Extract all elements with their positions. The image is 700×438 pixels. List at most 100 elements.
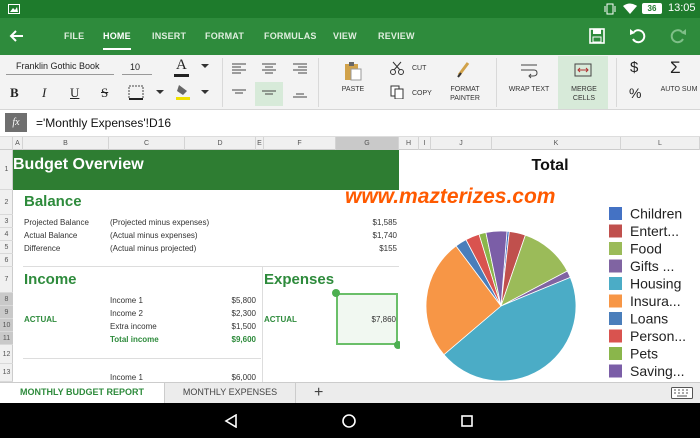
- sheet-title[interactable]: Budget Overview: [13, 156, 144, 174]
- row-header[interactable]: 9: [0, 306, 13, 319]
- strikethrough-button[interactable]: S: [101, 85, 108, 101]
- redo-icon[interactable]: [669, 27, 687, 45]
- income-value[interactable]: $2,300: [196, 309, 256, 318]
- balance-desc[interactable]: (Actual minus projected): [110, 244, 196, 253]
- column-header[interactable]: D: [185, 137, 256, 150]
- row-header[interactable]: 4: [0, 228, 13, 241]
- balance-label[interactable]: Actual Balance: [24, 231, 77, 240]
- font-color-button[interactable]: A: [176, 57, 187, 74]
- autosum-label[interactable]: AUTO SUM: [659, 85, 699, 94]
- back-nav-icon[interactable]: [224, 414, 238, 428]
- row-header[interactable]: 7: [0, 267, 13, 293]
- fx-button[interactable]: fx: [5, 113, 27, 132]
- column-header[interactable]: F: [264, 137, 336, 150]
- home-nav-icon[interactable]: [342, 414, 356, 428]
- fill-color-icon[interactable]: [175, 83, 191, 101]
- formula-input[interactable]: ='Monthly Expenses'!D16: [36, 116, 171, 130]
- expenses-heading[interactable]: Expenses: [264, 271, 334, 288]
- chevron-down-icon[interactable]: [156, 90, 164, 95]
- row-header[interactable]: 12: [0, 345, 13, 364]
- italic-button[interactable]: I: [42, 85, 46, 101]
- row-header[interactable]: 3: [0, 215, 13, 228]
- column-header[interactable]: B: [23, 137, 109, 150]
- column-header[interactable]: G: [336, 137, 399, 150]
- balance-value[interactable]: $1,740: [337, 231, 397, 240]
- font-name-select[interactable]: Franklin Gothic Book: [6, 59, 114, 75]
- row-header[interactable]: 5: [0, 241, 13, 254]
- back-arrow-icon[interactable]: [8, 28, 24, 44]
- column-header[interactable]: E: [256, 137, 264, 150]
- align-center-icon[interactable]: [262, 63, 276, 75]
- column-header[interactable]: L: [621, 137, 700, 150]
- percent-format-button[interactable]: %: [629, 85, 641, 101]
- selection-handle[interactable]: [332, 289, 340, 297]
- income-label[interactable]: Income 1: [110, 296, 143, 305]
- wrap-text-icon[interactable]: [520, 63, 538, 79]
- chevron-down-icon[interactable]: [201, 64, 209, 69]
- column-header[interactable]: H: [399, 137, 419, 150]
- tab-view[interactable]: VIEW: [333, 18, 357, 55]
- align-top-icon[interactable]: [232, 89, 246, 97]
- balance-desc[interactable]: (Projected minus expenses): [110, 218, 209, 227]
- expenses-actual-label[interactable]: ACTUAL: [264, 315, 297, 324]
- row-header[interactable]: 2: [0, 190, 13, 215]
- chevron-down-icon[interactable]: [201, 90, 209, 95]
- add-sheet-button[interactable]: +: [314, 383, 323, 402]
- align-right-icon[interactable]: [293, 63, 307, 75]
- income-value[interactable]: $5,800: [196, 296, 256, 305]
- income-label[interactable]: Income 2: [110, 309, 143, 318]
- keyboard-icon[interactable]: [671, 387, 693, 399]
- sigma-icon[interactable]: Σ: [670, 58, 681, 78]
- balance-heading[interactable]: Balance: [24, 193, 82, 210]
- select-all-corner[interactable]: [0, 137, 13, 150]
- font-size-select[interactable]: 10: [122, 59, 152, 75]
- align-bottom-icon[interactable]: [293, 89, 307, 99]
- sheet-tab-active[interactable]: MONTHLY BUDGET REPORT: [0, 383, 165, 403]
- balance-value[interactable]: $155: [337, 244, 397, 253]
- cut-label[interactable]: CUT: [412, 64, 426, 73]
- copy-icon[interactable]: [390, 85, 404, 99]
- income-total-label[interactable]: Total income: [110, 335, 159, 344]
- format-painter-icon[interactable]: [456, 61, 472, 79]
- align-left-icon[interactable]: [232, 63, 246, 75]
- income-label[interactable]: Extra income: [110, 322, 157, 331]
- tab-file[interactable]: FILE: [64, 18, 84, 55]
- currency-format-button[interactable]: $: [630, 59, 638, 76]
- wrap-text-label[interactable]: WRAP TEXT: [506, 85, 552, 94]
- column-header[interactable]: C: [109, 137, 185, 150]
- balance-label[interactable]: Difference: [24, 244, 60, 253]
- borders-icon[interactable]: [128, 85, 144, 100]
- tab-formulas[interactable]: FORMULAS: [264, 18, 317, 55]
- income-actual-label[interactable]: ACTUAL: [24, 315, 57, 324]
- tab-insert[interactable]: INSERT: [152, 18, 186, 55]
- column-header[interactable]: A: [13, 137, 23, 150]
- recents-nav-icon[interactable]: [461, 415, 473, 427]
- row-header[interactable]: 13: [0, 364, 13, 382]
- row-header[interactable]: 8: [0, 293, 13, 306]
- paste-icon[interactable]: [344, 61, 362, 81]
- tab-review[interactable]: REVIEW: [378, 18, 415, 55]
- save-icon[interactable]: [589, 28, 605, 44]
- row-header[interactable]: 1: [0, 150, 13, 190]
- expenses-value[interactable]: $7,860: [336, 315, 396, 324]
- tab-format[interactable]: FORMAT: [205, 18, 244, 55]
- column-header[interactable]: K: [492, 137, 621, 150]
- sheet-tab[interactable]: MONTHLY EXPENSES: [165, 383, 296, 403]
- row-header[interactable]: 10: [0, 319, 13, 332]
- copy-label[interactable]: COPY: [412, 89, 432, 98]
- balance-desc[interactable]: (Actual minus expenses): [110, 231, 198, 240]
- balance-label[interactable]: Projected Balance: [24, 218, 89, 227]
- bold-button[interactable]: B: [10, 85, 19, 101]
- cut-icon[interactable]: [390, 61, 404, 75]
- income-label[interactable]: Income 1: [110, 373, 143, 382]
- column-header[interactable]: J: [431, 137, 492, 150]
- row-header[interactable]: 6: [0, 254, 13, 267]
- align-middle-icon[interactable]: [262, 88, 276, 98]
- paste-label[interactable]: PASTE: [333, 85, 373, 94]
- underline-button[interactable]: U: [70, 85, 79, 101]
- column-header[interactable]: I: [419, 137, 431, 150]
- income-heading[interactable]: Income: [24, 271, 77, 288]
- format-painter-label[interactable]: FORMAT PAINTER: [444, 85, 486, 103]
- undo-icon[interactable]: [629, 27, 647, 45]
- income-value[interactable]: $1,500: [196, 322, 256, 331]
